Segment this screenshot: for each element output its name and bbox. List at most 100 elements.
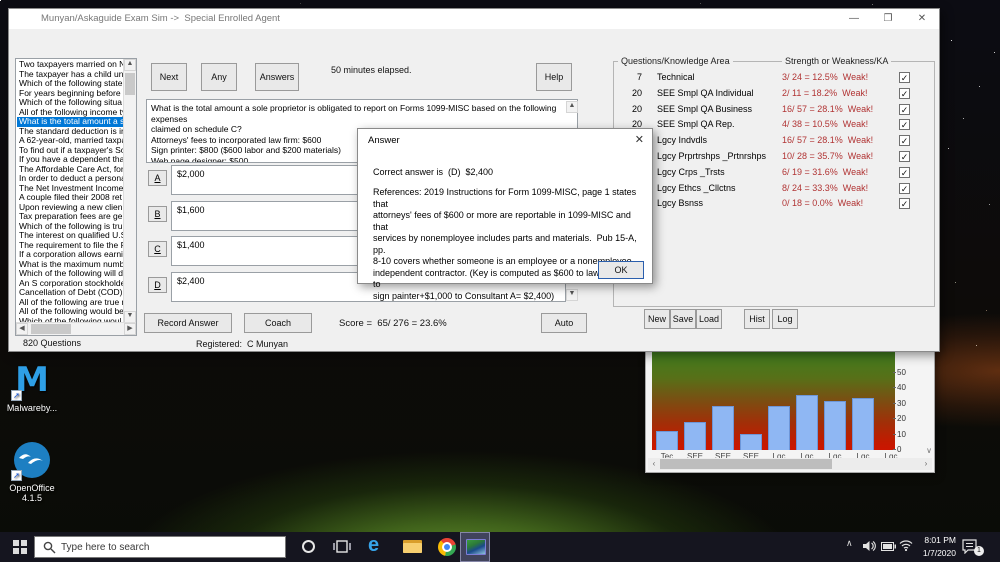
elapsed-time-label: 50 minutes elapsed. [331,65,412,75]
shortcut-arrow-icon: ➚ [11,390,22,401]
screen: M ➚ Malwareby... ➚ OpenOffice 4.1.5 Tec S… [0,0,1000,562]
clock-time: 8:01 PM [924,535,956,545]
knowledge-checkbox[interactable]: ✓ [899,151,910,162]
edge-icon: e [368,534,380,556]
knowledge-name: SEE Smpl QA Rep. [657,119,735,129]
taskbar-clock[interactable]: 8:01 PM 1/7/2020 [908,534,956,560]
chart-y-tick: 50 [893,368,906,377]
answers-button[interactable]: Answers [255,63,299,91]
chart-bar [768,406,790,450]
knowledge-row: Lgcy Ethcs _Cllctns 8/ 24 = 33.3% Weak! ✓ [614,183,934,197]
knowledge-checkbox[interactable]: ✓ [899,88,910,99]
question-scroll-up-icon[interactable]: ▲ [566,101,578,113]
maximize-button[interactable]: ❐ [871,9,905,29]
ok-button[interactable]: OK [598,261,644,279]
coach-button[interactable]: Coach [244,313,312,333]
knowledge-checkbox[interactable]: ✓ [899,183,910,194]
strength-chart-window[interactable]: Tec SEE SEE SEE Lgc Lgc Lgc Lgc Lgc ∨ ‹ › 0 10 20 3… [645,345,935,473]
option-letter-button[interactable]: D [148,277,167,293]
desktop-icon-malwarebytes[interactable]: M ➚ Malwareby... [0,362,64,413]
clock-date: 1/7/2020 [922,548,956,558]
registered-label: Registered: C Munyan [196,339,289,349]
stars-decoration [0,0,1,1]
save-button[interactable]: Save [670,309,696,329]
chart-bar [656,431,678,450]
chart-bar [824,401,846,450]
close-button[interactable]: ✕ [905,9,939,29]
knowledge-stat: 3/ 24 = 12.5% Weak! [782,72,869,82]
knowledge-row: 7 Technical 3/ 24 = 12.5% Weak! ✓ [614,72,934,86]
desktop-icon-openoffice[interactable]: ➚ OpenOffice 4.1.5 [0,442,64,503]
chart-scroll-down-icon[interactable]: ∨ [926,446,932,455]
taskbar-search-input[interactable]: Type here to search [34,536,286,558]
task-view-icon [333,540,351,553]
answer-dialog: Answer ✕ Correct answer is (D) $2,400 Re… [357,128,653,301]
any-button[interactable]: Any [201,63,237,91]
auto-button[interactable]: Auto [541,313,587,333]
hist-button[interactable]: Hist [744,309,770,329]
scroll-up-icon[interactable]: ▲ [124,59,136,71]
knowledge-checkbox[interactable]: ✓ [899,72,910,83]
knowledge-name: Technical [657,72,695,82]
chrome-icon [438,538,456,556]
chart-y-tick: 10 [893,430,906,439]
question-count-label: 820 Questions [23,338,82,348]
knowledge-name: Lgcy Bsnss [657,198,704,208]
volume-icon[interactable] [862,540,876,552]
scroll-right-icon[interactable]: ▶ [124,323,136,335]
exam-sim-taskbar-button[interactable] [460,532,490,562]
log-button[interactable]: Log [772,309,798,329]
question-list-box: Two taxpayers married on N The taxpayer h… [15,58,137,336]
minimize-button[interactable]: — [837,9,871,29]
knowledge-stat: 0/ 18 = 0.0% Weak! [782,198,864,208]
scrollbar-thumb[interactable] [660,459,832,469]
question-list-vscrollbar[interactable]: ▲ ▼ [123,59,136,323]
hidden-icons-chevron[interactable]: ∧ [846,538,853,562]
strength-weakness-title: Strength or Weakness/KA [782,56,892,66]
knowledge-row: Lgcy Bsnss 0/ 18 = 0.0% Weak! ✓ [614,198,934,212]
desktop-icon-label: OpenOffice [9,483,55,493]
knowledge-checkbox[interactable]: ✓ [899,119,910,130]
dialog-close-icon[interactable]: ✕ [635,133,644,146]
knowledge-count: 20 [631,104,642,114]
knowledge-checkbox[interactable]: ✓ [899,135,910,146]
start-button[interactable] [6,532,34,562]
knowledge-row: 20 SEE Smpl QA Business 16/ 57 = 28.1% Wea… [614,104,934,118]
scroll-left-icon[interactable]: ‹ [648,458,660,470]
option-letter-button[interactable]: C [148,241,167,257]
new-button[interactable]: New [644,309,670,329]
chart-horizontal-scrollbar[interactable]: ‹ › [648,458,932,470]
knowledge-row: 20 SEE Smpl QA Individual 2/ 11 = 18.2% We… [614,88,934,102]
chart-y-tick: 40 [893,383,906,392]
option-letter-button[interactable]: A [148,170,167,186]
dialog-title: Answer [368,135,400,146]
next-button[interactable]: Next [151,63,187,91]
chart-bar [712,406,734,450]
knowledge-stat: 2/ 11 = 18.2% Weak! [782,88,868,98]
load-button[interactable]: Load [696,309,722,329]
cortana-icon [302,540,315,553]
option-letter-button[interactable]: B [148,206,167,222]
scroll-right-icon[interactable]: › [920,458,932,470]
knowledge-checkbox[interactable]: ✓ [899,198,910,209]
battery-icon[interactable] [881,542,896,551]
titlebar[interactable]: Munyan/Askaguide Exam Sim -> Special Enr… [9,9,939,29]
knowledge-checkbox[interactable]: ✓ [899,104,910,115]
scrollbar-thumb[interactable] [31,324,71,334]
score-label: Score = 65/ 276 = 23.6% [339,318,447,329]
record-answer-button[interactable]: Record Answer [144,313,232,333]
scrollbar-thumb[interactable] [125,73,135,95]
window-title: Munyan/Askaguide Exam Sim -> Special Enr… [41,13,280,24]
help-button[interactable]: Help [536,63,572,91]
knowledge-name: SEE Smpl QA Business [657,104,753,114]
notification-badge: 1 [974,546,984,556]
taskbar: Type here to search e ∧ 8:01 PM 1/7/2020… [0,532,1000,562]
question-list-hscrollbar[interactable]: ◀ ▶ [16,322,136,335]
knowledge-row: 20 SEE Smpl QA Rep. 4/ 38 = 10.5% Weak! ✓ [614,119,934,133]
shortcut-arrow-icon: ➚ [11,470,22,481]
scroll-left-icon[interactable]: ◀ [16,323,28,335]
chart-y-tick: 0 [893,445,901,454]
knowledge-stat: 16/ 57 = 28.1% Weak! [782,104,874,114]
knowledge-checkbox[interactable]: ✓ [899,167,910,178]
desktop-icon-label: Malwareby... [6,403,58,413]
